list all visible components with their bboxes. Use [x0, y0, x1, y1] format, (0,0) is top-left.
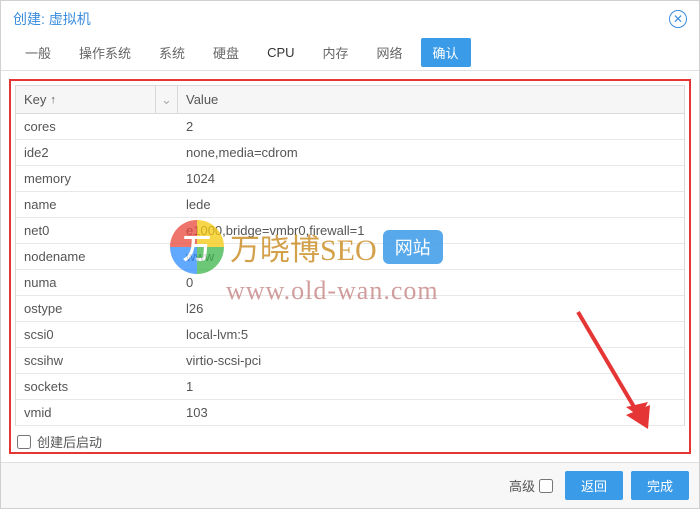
cell-value: local-lvm:5 — [178, 322, 684, 347]
cell-value: e1000,bridge=vmbr0,firewall=1 — [178, 218, 684, 243]
cell-value: lede — [178, 192, 684, 217]
highlight-box: Key ↑ ⌄ Value cores2ide2none,media=cdrom… — [9, 79, 691, 454]
cell-value: 1024 — [178, 166, 684, 191]
cell-value: www — [178, 244, 684, 269]
advanced-label: 高级 — [509, 476, 535, 495]
chevron-down-icon: ⌄ — [161, 92, 172, 108]
tab-os[interactable]: 操作系统 — [65, 35, 145, 70]
cell-key: net0 — [16, 218, 178, 243]
cell-key: scsihw — [16, 348, 178, 373]
cell-value: 1 — [178, 374, 684, 399]
cell-key: vmid — [16, 400, 178, 425]
cell-key: ide2 — [16, 140, 178, 165]
start-after-create-label: 创建后启动 — [37, 432, 102, 451]
titlebar: 创建: 虚拟机 ✕ — [1, 1, 699, 35]
cell-value: 0 — [178, 270, 684, 295]
back-button[interactable]: 返回 — [565, 471, 623, 500]
tab-network[interactable]: 网络 — [363, 35, 417, 70]
column-value[interactable]: Value — [178, 86, 684, 113]
tab-disk[interactable]: 硬盘 — [199, 35, 253, 70]
column-key-label: Key — [24, 92, 46, 107]
advanced-toggle[interactable]: 高级 — [509, 476, 553, 495]
tab-cpu[interactable]: CPU — [253, 37, 308, 68]
cell-key: sockets — [16, 374, 178, 399]
cell-key: scsi0 — [16, 322, 178, 347]
table-row[interactable]: namelede — [16, 192, 684, 218]
cell-key: cores — [16, 114, 178, 139]
sort-asc-icon: ↑ — [50, 94, 56, 106]
cell-key: memory — [16, 166, 178, 191]
cell-key: nodename — [16, 244, 178, 269]
cell-value: virtio-scsi-pci — [178, 348, 684, 373]
cell-key: ostype — [16, 296, 178, 321]
column-key-filter[interactable]: ⌄ — [156, 86, 178, 113]
advanced-checkbox[interactable] — [539, 479, 553, 493]
cell-value: l26 — [178, 296, 684, 321]
summary-table: Key ↑ ⌄ Value cores2ide2none,media=cdrom… — [15, 85, 685, 426]
table-row[interactable]: nodenamewww — [16, 244, 684, 270]
tab-confirm[interactable]: 确认 — [421, 38, 471, 67]
table-row[interactable]: scsi0local-lvm:5 — [16, 322, 684, 348]
table-row[interactable]: cores2 — [16, 114, 684, 140]
dialog-title: 创建: 虚拟机 — [13, 9, 91, 29]
table-row[interactable]: ostypel26 — [16, 296, 684, 322]
cell-key: name — [16, 192, 178, 217]
table-header: Key ↑ ⌄ Value — [16, 86, 684, 114]
dialog-body: Key ↑ ⌄ Value cores2ide2none,media=cdrom… — [1, 71, 699, 462]
create-vm-dialog: 创建: 虚拟机 ✕ 一般 操作系统 系统 硬盘 CPU 内存 网络 确认 Key… — [0, 0, 700, 509]
cell-value: none,media=cdrom — [178, 140, 684, 165]
table-row[interactable]: memory1024 — [16, 166, 684, 192]
tab-memory[interactable]: 内存 — [309, 35, 363, 70]
cell-value: 103 — [178, 400, 684, 425]
dialog-footer: 高级 返回 完成 — [1, 462, 699, 508]
table-row[interactable]: vmid103 — [16, 400, 684, 426]
start-after-create-row[interactable]: 创建后启动 — [15, 426, 685, 453]
table-row[interactable]: sockets1 — [16, 374, 684, 400]
finish-button[interactable]: 完成 — [631, 471, 689, 500]
table-row[interactable]: numa0 — [16, 270, 684, 296]
tab-general[interactable]: 一般 — [11, 35, 65, 70]
cell-value: 2 — [178, 114, 684, 139]
table-row[interactable]: ide2none,media=cdrom — [16, 140, 684, 166]
tab-system[interactable]: 系统 — [145, 35, 199, 70]
table-row[interactable]: net0e1000,bridge=vmbr0,firewall=1 — [16, 218, 684, 244]
tab-strip: 一般 操作系统 系统 硬盘 CPU 内存 网络 确认 — [1, 35, 699, 71]
table-row[interactable]: scsihwvirtio-scsi-pci — [16, 348, 684, 374]
column-key[interactable]: Key ↑ — [16, 86, 156, 113]
close-icon[interactable]: ✕ — [669, 10, 687, 28]
start-after-create-checkbox[interactable] — [17, 435, 31, 449]
cell-key: numa — [16, 270, 178, 295]
table-body: cores2ide2none,media=cdrommemory1024name… — [16, 114, 684, 426]
